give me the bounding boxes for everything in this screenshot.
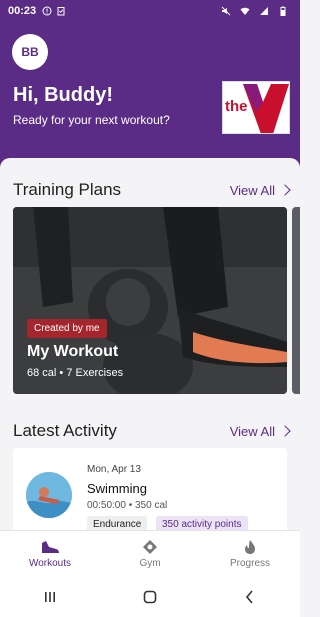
chevron-right-icon — [279, 184, 291, 196]
signal-icon — [260, 7, 268, 15]
view-all-label: View All — [229, 423, 275, 439]
training-plans-title: Training Plans — [13, 180, 122, 199]
back-icon[interactable] — [242, 589, 258, 605]
plan-meta: 68 cal • 7 Exercises — [27, 367, 124, 379]
mute-icon — [221, 6, 231, 16]
greeting-title: Hi, Buddy! — [13, 84, 113, 106]
nav-workouts-label: Workouts — [28, 558, 72, 569]
nav-progress[interactable]: Progress — [200, 531, 300, 577]
activity-card[interactable]: Mon, Apr 13 Swimming 00:50:00 • 350 cal … — [13, 448, 287, 530]
flame-icon — [245, 540, 255, 554]
nav-gym-label: Gym — [139, 558, 161, 569]
created-by-me-badge: Created by me — [27, 319, 107, 338]
nav-gym[interactable]: Gym — [100, 531, 200, 577]
plan-name: My Workout — [27, 343, 119, 360]
bottom-nav: Workouts Gym Progress — [0, 530, 300, 577]
training-plans-header: Training Plans View All — [13, 180, 291, 200]
swimmer-graphic — [26, 472, 72, 518]
clipboard-icon — [57, 7, 65, 16]
latest-activity-view-all[interactable]: View All — [229, 423, 291, 439]
endurance-tag: Endurance — [87, 516, 148, 530]
latest-activity-header: Latest Activity View All — [13, 421, 291, 441]
latest-activity-title: Latest Activity — [13, 421, 117, 440]
shoe-icon — [42, 541, 59, 553]
swimming-photo — [26, 472, 72, 518]
location-pin-icon — [143, 540, 157, 554]
status-time: 00:23 — [8, 5, 37, 17]
recent-apps-icon[interactable] — [42, 589, 58, 605]
header: BB Hi, Buddy! Ready for your next workou… — [0, 22, 300, 172]
chevron-right-icon — [279, 425, 291, 437]
training-plans-view-all[interactable]: View All — [229, 182, 291, 198]
activity-date: Mon, Apr 13 — [87, 464, 141, 475]
wifi-icon — [240, 7, 250, 15]
view-all-label: View All — [229, 182, 275, 198]
nav-workouts[interactable]: Workouts — [0, 531, 100, 577]
avatar[interactable]: BB — [12, 34, 48, 70]
status-bar: 00:23 — [0, 0, 300, 22]
greeting-subtitle: Ready for your next workout? — [13, 113, 170, 127]
training-plan-card[interactable]: Created by me My Workout 68 cal • 7 Exer… — [13, 207, 287, 394]
alert-circle-icon — [42, 6, 52, 16]
ymca-logo-graphic: the — [225, 84, 289, 133]
training-plan-card-next[interactable] — [292, 207, 300, 394]
main-content: Training Plans View All Created by me My… — [0, 158, 300, 530]
ymca-logo: the — [222, 81, 290, 134]
activity-points-tag: 350 activity points — [156, 516, 248, 530]
system-nav-bar — [0, 577, 300, 617]
battery-icon — [280, 6, 286, 16]
home-icon[interactable] — [142, 589, 158, 605]
nav-progress-label: Progress — [229, 558, 270, 569]
activity-name: Swimming — [87, 481, 147, 496]
logo-text: the — [225, 98, 248, 115]
workout-photo — [13, 207, 287, 394]
activity-meta: 00:50:00 • 350 cal — [87, 500, 168, 511]
